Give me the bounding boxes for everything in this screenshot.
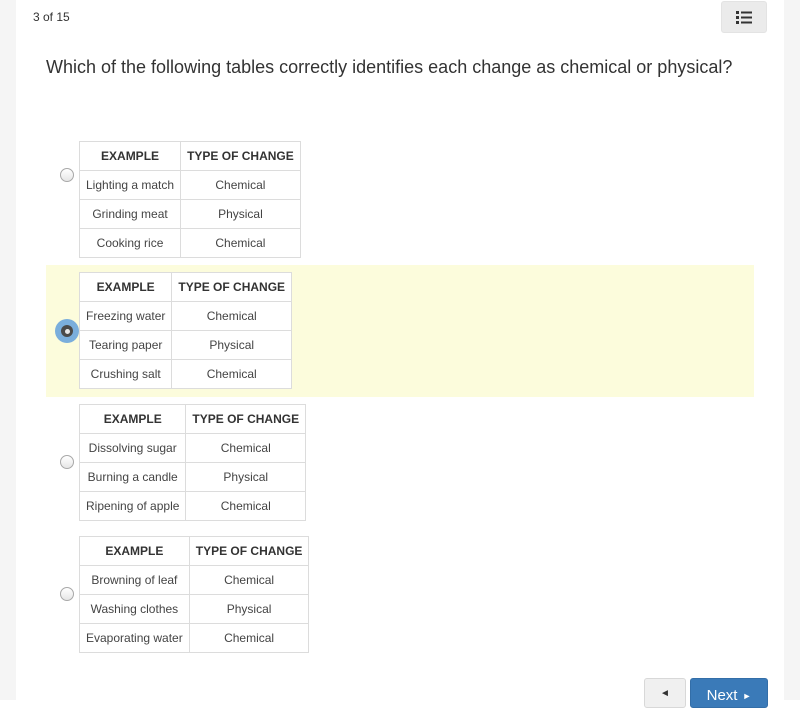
list-icon <box>736 10 752 24</box>
cell-example: Washing clothes <box>79 594 190 624</box>
header-type: TYPE OF CHANGE <box>185 404 307 434</box>
radio-option-b[interactable] <box>55 319 79 343</box>
question-list-button[interactable] <box>721 1 767 33</box>
cell-type: Physical <box>180 199 301 229</box>
cell-example: Freezing water <box>78 301 173 331</box>
cell-type: Chemical <box>185 433 307 463</box>
table-row: Washing clothes Physical <box>79 594 310 624</box>
header-example: EXAMPLE <box>79 536 190 566</box>
cell-example: Burning a candle <box>78 462 187 492</box>
cell-example: Tearing paper <box>78 330 173 360</box>
header-type: TYPE OF CHANGE <box>188 536 310 566</box>
table-row: Browning of leaf Chemical <box>79 565 310 595</box>
table-row: Lighting a match Chemical <box>78 170 301 200</box>
cell-type: Physical <box>171 330 293 360</box>
cell-type: Chemical <box>171 301 293 331</box>
triangle-left-icon: ◄ <box>660 687 670 699</box>
right-gutter <box>784 0 800 700</box>
option-d-table: EXAMPLE TYPE OF CHANGE Browning of leaf … <box>79 536 310 653</box>
table-header-row: EXAMPLE TYPE OF CHANGE <box>78 141 301 171</box>
header-type: TYPE OF CHANGE <box>180 141 301 171</box>
radio-selected-indicator <box>61 325 73 337</box>
answer-option-d[interactable]: EXAMPLE TYPE OF CHANGE Browning of leaf … <box>46 529 754 661</box>
table-header-row: EXAMPLE TYPE OF CHANGE <box>78 272 293 302</box>
table-header-row: EXAMPLE TYPE OF CHANGE <box>78 404 307 434</box>
previous-button[interactable]: ◄ <box>644 678 686 708</box>
table-header-row: EXAMPLE TYPE OF CHANGE <box>79 536 310 566</box>
next-button[interactable]: Next ► <box>690 678 768 708</box>
table-row: Crushing salt Chemical <box>78 359 293 389</box>
question-counter: 3 of 15 <box>33 10 70 24</box>
cell-example: Grinding meat <box>78 199 182 229</box>
table-row: Dissolving sugar Chemical <box>78 433 307 463</box>
radio-option-c[interactable] <box>60 455 74 469</box>
radio-option-a[interactable] <box>60 168 74 182</box>
triangle-right-icon: ► <box>742 691 752 701</box>
header-type: TYPE OF CHANGE <box>171 272 293 302</box>
answer-option-b[interactable]: EXAMPLE TYPE OF CHANGE Freezing water Ch… <box>46 265 754 397</box>
table-row: Burning a candle Physical <box>78 462 307 492</box>
radio-option-d[interactable] <box>60 587 74 601</box>
option-a-table: EXAMPLE TYPE OF CHANGE Lighting a match … <box>78 141 301 258</box>
cell-example: Browning of leaf <box>79 565 190 595</box>
cell-type: Chemical <box>180 170 301 200</box>
cell-example: Ripening of apple <box>78 491 187 521</box>
table-row: Cooking rice Chemical <box>78 228 301 258</box>
cell-example: Evaporating water <box>79 623 190 653</box>
cell-type: Chemical <box>185 491 307 521</box>
cell-example: Crushing salt <box>78 359 173 389</box>
next-label: Next <box>706 687 738 704</box>
table-row: Freezing water Chemical <box>78 301 293 331</box>
left-gutter <box>0 0 16 700</box>
cell-type: Chemical <box>188 565 310 595</box>
cell-example: Cooking rice <box>78 228 182 258</box>
cell-example: Dissolving sugar <box>78 433 187 463</box>
cell-type: Chemical <box>180 228 301 258</box>
cell-type: Physical <box>188 594 310 624</box>
header-example: EXAMPLE <box>78 404 187 434</box>
cell-type: Chemical <box>171 359 293 389</box>
cell-type: Physical <box>185 462 307 492</box>
cell-type: Chemical <box>188 623 310 653</box>
option-b-table: EXAMPLE TYPE OF CHANGE Freezing water Ch… <box>78 272 293 389</box>
table-row: Grinding meat Physical <box>78 199 301 229</box>
option-c-table: EXAMPLE TYPE OF CHANGE Dissolving sugar … <box>78 404 307 521</box>
answer-option-a[interactable]: EXAMPLE TYPE OF CHANGE Lighting a match … <box>46 133 754 265</box>
header-example: EXAMPLE <box>78 272 173 302</box>
table-row: Evaporating water Chemical <box>79 623 310 653</box>
header-example: EXAMPLE <box>78 141 182 171</box>
table-row: Tearing paper Physical <box>78 330 293 360</box>
answer-option-c[interactable]: EXAMPLE TYPE OF CHANGE Dissolving sugar … <box>46 397 754 529</box>
cell-example: Lighting a match <box>78 170 182 200</box>
question-text: Which of the following tables correctly … <box>46 57 733 77</box>
table-row: Ripening of apple Chemical <box>78 491 307 521</box>
